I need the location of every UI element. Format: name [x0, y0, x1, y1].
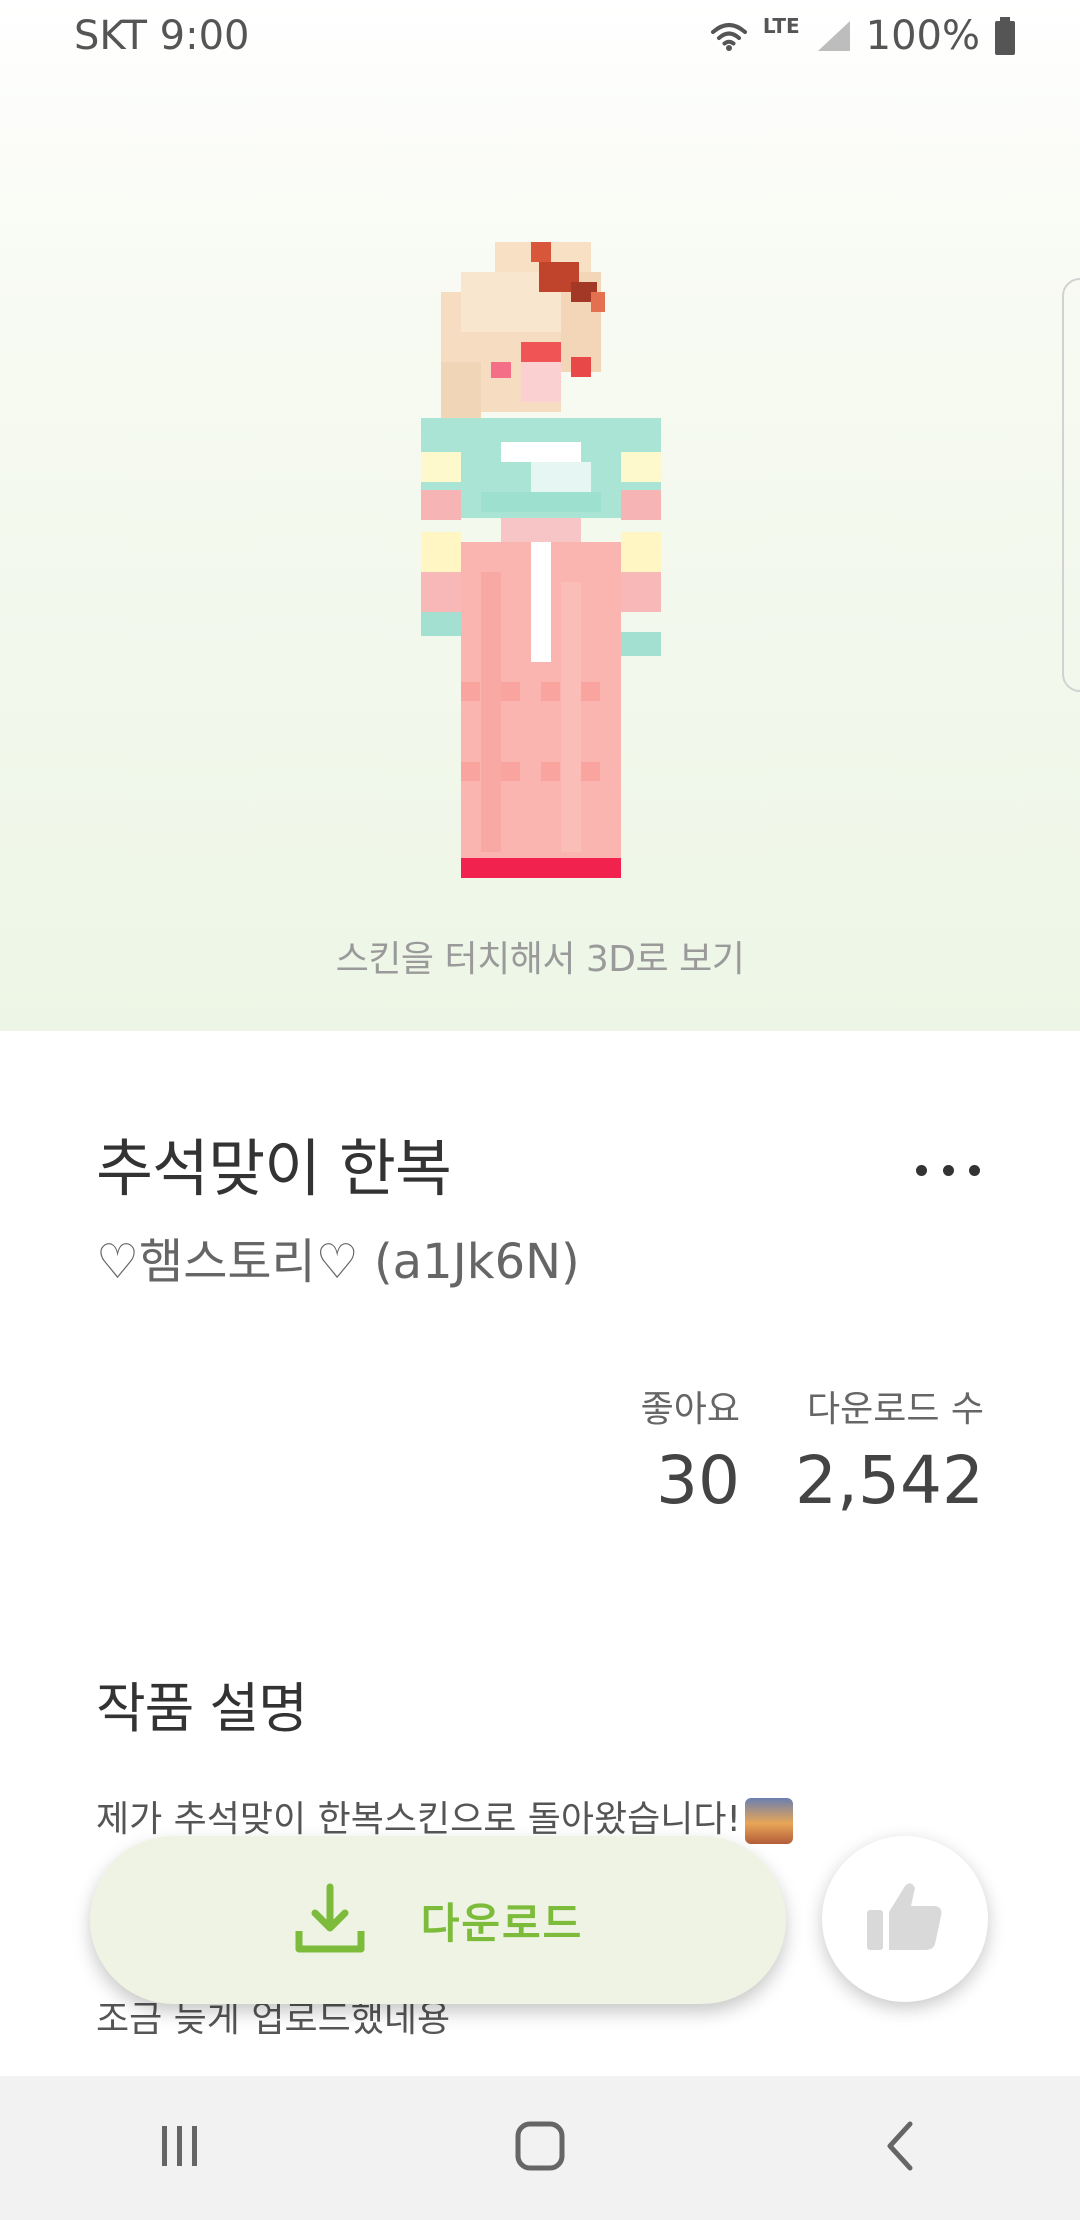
skin-author[interactable]: ♡햄스토리♡ (a1Jk6N) [96, 1222, 580, 1292]
recents-icon [156, 2124, 204, 2172]
likes-count: 30 [656, 1442, 740, 1519]
likes-stat: 좋아요 30 [641, 1380, 740, 1519]
skin-figure[interactable] [421, 242, 661, 886]
downloads-count: 2,542 [795, 1442, 984, 1519]
like-button[interactable] [822, 1836, 988, 2002]
battery-icon [994, 17, 1016, 55]
downloads-stat: 다운로드 수 2,542 [795, 1380, 984, 1519]
recents-button[interactable] [120, 2088, 240, 2208]
carrier-time: SKT 9:00 [74, 13, 250, 59]
skin-title: 추석맞이 한복 [96, 1132, 452, 1205]
likes-label: 좋아요 [640, 1389, 740, 1430]
thumbs-up-icon [865, 1880, 945, 1958]
downloads-label: 다운로드 수 [806, 1389, 984, 1430]
battery-percent: 100% [865, 13, 980, 59]
system-navigation-bar [0, 2076, 1080, 2220]
skin-preview-area[interactable]: 스킨을 터치해서 3D로 보기 [0, 0, 1080, 1031]
signal-icon [816, 19, 852, 53]
download-icon [293, 1881, 367, 1959]
pixel-skin-figure[interactable] [421, 242, 661, 882]
sunset-emoji-icon [744, 1798, 793, 1844]
home-button[interactable] [480, 2088, 600, 2208]
status-bar: SKT 9:00 LTE 100% [0, 0, 1080, 72]
download-button[interactable]: 다운로드 [90, 1836, 786, 2004]
home-icon [514, 2120, 566, 2176]
side-panel-handle[interactable] [1062, 278, 1080, 692]
back-icon [882, 2120, 918, 2176]
network-type: LTE [762, 14, 800, 38]
download-label: 다운로드 [420, 1898, 584, 1948]
back-button[interactable] [840, 2088, 960, 2208]
preview-caption: 스킨을 터치해서 3D로 보기 [335, 939, 745, 980]
wifi-icon [709, 20, 749, 52]
more-dots-icon [916, 1164, 927, 1176]
more-options-button[interactable] [916, 1150, 980, 1190]
status-icons: LTE 100% [709, 13, 1016, 59]
description-heading: 작품 설명 [96, 1677, 308, 1740]
